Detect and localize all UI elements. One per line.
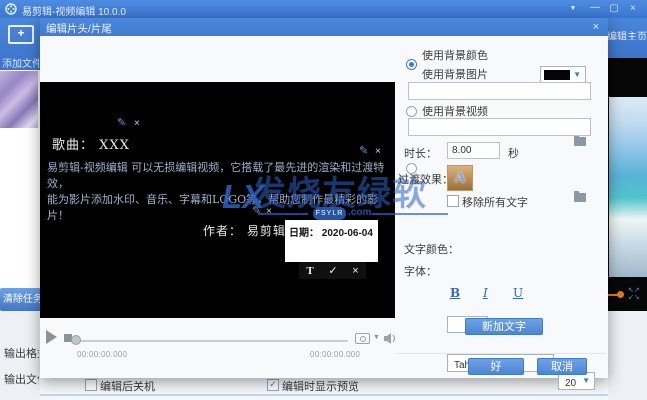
task-list-area — [0, 128, 40, 288]
delete-description-icon[interactable]: × — [375, 147, 381, 157]
main-titlebar: 易剪辑-视频编辑 10.0.0 ▼ — ▢ × — [0, 0, 647, 18]
maximize-button[interactable]: ▢ — [607, 2, 621, 16]
preview-slider-knob[interactable] — [71, 335, 81, 345]
right-lower-area — [608, 311, 647, 400]
remove-all-text-label: 移除所有文字 — [462, 194, 528, 210]
bold-button[interactable]: B — [450, 286, 460, 300]
app-icon — [5, 3, 17, 15]
dialog-close-icon[interactable]: × — [588, 20, 604, 34]
browse-video-folder-icon[interactable] — [574, 193, 586, 202]
fullscreen-icon[interactable]: ↖↗↙↘ — [628, 287, 644, 301]
edit-intro-outro-dialog: 编辑片头/片尾 × ✎ × 歌曲： XXX ✎ × 易剪辑-视频编辑 可以无损编… — [40, 18, 608, 378]
close-button[interactable]: × — [626, 2, 640, 16]
delete-author-icon[interactable]: × — [266, 207, 272, 217]
edit-author-icon[interactable]: ✎ — [252, 206, 261, 217]
output-folder-label: 输出文件夹： — [4, 371, 39, 387]
ok-button[interactable]: 好 — [468, 358, 524, 375]
font-label: 字体： — [404, 263, 437, 279]
watermark-domain: .com — [348, 207, 371, 218]
edit-description-icon[interactable]: ✎ — [359, 146, 368, 157]
add-files-label[interactable]: 添加文件 — [2, 55, 39, 70]
cancel-button[interactable]: 取消 — [537, 358, 587, 375]
show-preview-checkbox-label: 编辑时显示预览 — [282, 378, 359, 394]
bg-color-dropdown[interactable]: ▼ — [540, 66, 586, 83]
radio-bg-color-label: 使用背景颜色 — [422, 47, 488, 63]
panel-separator — [396, 353, 606, 354]
time-total: 00:00:00.000 — [310, 350, 360, 359]
text-style-button[interactable]: T — [306, 265, 313, 277]
confirm-text-button[interactable]: ✓ — [328, 264, 337, 277]
titlecard-preview: ✎ × 歌曲： XXX ✎ × 易剪辑-视频编辑 可以无损编辑视频，它搭载了最先… — [40, 82, 395, 318]
radio-bg-color[interactable] — [406, 59, 417, 70]
radio-bg-video-label: 使用背景视频 — [422, 103, 488, 119]
speaker-icon[interactable] — [383, 332, 397, 345]
edit-song-icon[interactable]: ✎ — [117, 118, 126, 129]
dialog-title: 编辑片头/片尾 — [46, 21, 112, 36]
author-text[interactable]: 作者： 易剪辑 — [203, 222, 286, 239]
shutdown-checkbox[interactable] — [85, 379, 97, 391]
date-text-editor[interactable]: 日期： 2020-06-04 — [285, 220, 378, 262]
bg-video-path-input[interactable] — [408, 118, 591, 136]
transition-label: 过渡效果： — [398, 171, 453, 187]
duration-input[interactable] — [447, 142, 500, 159]
watermark-line-right — [372, 213, 448, 215]
add-files-icon[interactable]: + — [8, 25, 34, 44]
shutdown-checkbox-label: 编辑后关机 — [100, 378, 155, 394]
output-format-label: 输出格式： — [4, 345, 39, 361]
clear-tasks-button[interactable]: 清除任务 — [0, 288, 41, 311]
bg-color-swatch — [544, 70, 570, 80]
home-link[interactable]: 视频编辑主页 — [608, 27, 647, 40]
main-seekbar-knob[interactable] — [617, 291, 624, 298]
text-edit-toolbar: T ✓ × — [299, 262, 366, 279]
snapshot-dropdown-icon[interactable]: ▼ — [373, 334, 380, 341]
duration-label: 时长： — [404, 145, 437, 161]
watermark-pill: FSYLR — [313, 207, 346, 220]
duration-unit-label: 秒 — [508, 145, 519, 161]
snapshot-camera-icon[interactable] — [355, 333, 370, 344]
chevron-down-icon: ▼ — [582, 376, 590, 385]
text-color-label: 文字颜色： — [404, 241, 459, 257]
add-text-button[interactable]: 新加文字 — [465, 318, 543, 335]
delete-text-button[interactable]: × — [352, 265, 358, 277]
song-text[interactable]: 歌曲： XXX — [52, 134, 130, 153]
minimize-button[interactable]: — — [588, 1, 602, 15]
show-preview-checkbox[interactable]: ✓ — [267, 379, 279, 391]
menu-icon[interactable]: ▼ — [566, 3, 580, 15]
home-link-label: 视频编辑主页 — [608, 28, 647, 40]
preview-slider[interactable] — [74, 340, 348, 342]
transition-thumbnail[interactable]: A — [447, 165, 473, 191]
time-current: 00:00:00.000 — [77, 350, 127, 359]
remove-all-text-checkbox[interactable] — [447, 195, 459, 207]
underline-button[interactable]: U — [513, 286, 523, 300]
browse-image-folder-icon[interactable] — [574, 137, 586, 146]
app-title: 易剪辑-视频编辑 10.0.0 — [22, 3, 126, 18]
radio-bg-image-label: 使用背景图片 — [422, 66, 488, 82]
font-size-value: 20 — [559, 378, 576, 389]
dialog-titlebar[interactable]: 编辑片头/片尾 × — [40, 18, 608, 36]
play-button[interactable] — [46, 330, 57, 344]
italic-button[interactable]: I — [483, 286, 488, 300]
bg-image-path-input[interactable] — [408, 82, 591, 100]
bottom-accent-line — [0, 394, 647, 396]
app-window: 易剪辑-视频编辑 10.0.0 ▼ — ▢ × 编辑后关机 ✓ 编辑时显示预览 … — [0, 0, 647, 400]
main-video-frame — [609, 97, 647, 277]
delete-song-icon[interactable]: × — [134, 119, 140, 129]
chevron-down-icon: ▼ — [573, 69, 581, 78]
radio-bg-image[interactable] — [406, 106, 417, 117]
media-thumbnail[interactable] — [0, 71, 38, 128]
